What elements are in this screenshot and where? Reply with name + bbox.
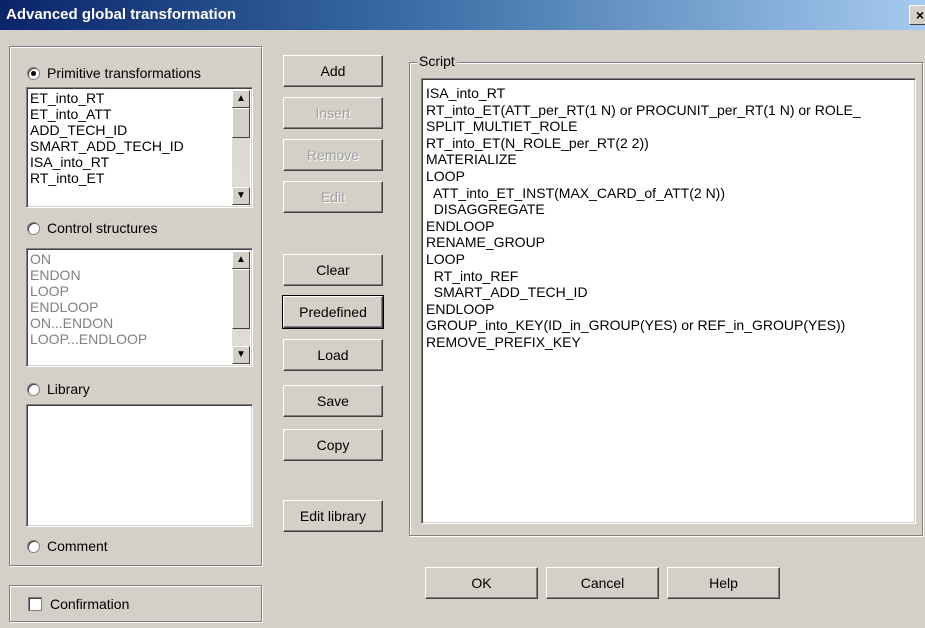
- control-list-scrollbar[interactable]: ▲ ▼: [232, 251, 250, 364]
- scroll-down-icon: ▼: [236, 190, 246, 201]
- radio-control-label: Control structures: [47, 220, 158, 236]
- script-editor[interactable]: ISA_into_RT RT_into_ET(ATT_per_RT(1 N) or…: [421, 78, 916, 524]
- list-item[interactable]: ET_into_ATT: [30, 106, 230, 122]
- list-item[interactable]: RT_into_ET: [30, 170, 230, 186]
- clear-button[interactable]: Clear: [283, 254, 383, 286]
- radio-checked-icon: [27, 66, 40, 80]
- confirmation-label: Confirmation: [50, 596, 130, 612]
- script-line[interactable]: ISA_into_RT: [426, 85, 915, 102]
- cancel-button-label: Cancel: [580, 575, 625, 591]
- script-line[interactable]: REMOVE_PREFIX_KEY: [426, 334, 915, 351]
- scroll-up-button[interactable]: ▲: [232, 251, 250, 269]
- scroll-up-button[interactable]: ▲: [232, 90, 250, 108]
- script-line[interactable]: LOOP: [426, 168, 915, 185]
- script-line[interactable]: SMART_ADD_TECH_ID: [426, 284, 915, 301]
- scroll-up-icon: ▲: [236, 254, 246, 265]
- ok-button-label: OK: [471, 575, 492, 591]
- load-button[interactable]: Load: [283, 339, 383, 371]
- list-item[interactable]: ADD_TECH_ID: [30, 122, 230, 138]
- title-bar: Advanced global transformation ×: [0, 0, 925, 30]
- list-item[interactable]: LOOP...ENDLOOP: [30, 331, 230, 347]
- confirmation-checkbox[interactable]: Confirmation: [28, 594, 129, 614]
- load-button-label: Load: [317, 347, 349, 363]
- script-line[interactable]: ATT_into_ET_INST(MAX_CARD_of_ATT(2 N)): [426, 185, 915, 202]
- radio-comment-label: Comment: [47, 538, 108, 554]
- radio-primitive-transformations[interactable]: Primitive transformations: [27, 63, 201, 83]
- script-line[interactable]: LOOP: [426, 251, 915, 268]
- cancel-button[interactable]: Cancel: [546, 567, 659, 599]
- radio-library-label: Library: [47, 381, 90, 397]
- list-item[interactable]: ON...ENDON: [30, 315, 230, 331]
- close-button[interactable]: ×: [909, 5, 925, 25]
- list-item[interactable]: SMART_ADD_TECH_ID: [30, 138, 230, 154]
- add-button-label: Add: [320, 63, 346, 79]
- scroll-down-button[interactable]: ▼: [232, 346, 250, 364]
- clear-button-label: Clear: [316, 262, 350, 278]
- script-line[interactable]: SPLIT_MULTIET_ROLE: [426, 118, 915, 135]
- edit-button-label: Edit: [320, 189, 346, 205]
- edit-library-button-label: Edit library: [299, 508, 367, 524]
- scrollbar-thumb[interactable]: [232, 269, 250, 329]
- help-button-label: Help: [709, 575, 738, 591]
- remove-button[interactable]: Remove: [283, 139, 383, 171]
- edit-library-button[interactable]: Edit library: [283, 500, 383, 532]
- help-button[interactable]: Help: [667, 567, 780, 599]
- checkbox-icon: [28, 597, 42, 611]
- control-structures-list[interactable]: ON ENDON LOOP ENDLOOP ON...ENDON LOOP...ENDLO…: [26, 248, 253, 367]
- script-line[interactable]: DISAGGREGATE: [426, 201, 915, 218]
- radio-library[interactable]: Library: [27, 379, 90, 399]
- window-title: Advanced global transformation: [6, 6, 237, 23]
- radio-primitive-label: Primitive transformations: [47, 65, 202, 81]
- scrollbar-thumb[interactable]: [232, 108, 250, 138]
- save-button[interactable]: Save: [283, 385, 383, 417]
- script-line[interactable]: RENAME_GROUP: [426, 234, 915, 251]
- insert-button[interactable]: Insert: [283, 97, 383, 129]
- radio-unchecked-icon: [27, 539, 40, 553]
- radio-unchecked-icon: [27, 221, 40, 235]
- radio-unchecked-icon: [27, 382, 40, 396]
- script-line[interactable]: RT_into_ET(N_ROLE_per_RT(2 2)): [426, 135, 915, 152]
- list-item[interactable]: ENDLOOP: [30, 299, 230, 315]
- list-item[interactable]: LOOP: [30, 283, 230, 299]
- copy-button-label: Copy: [316, 437, 350, 453]
- save-button-label: Save: [317, 393, 349, 409]
- scroll-down-icon: ▼: [236, 349, 246, 360]
- script-line[interactable]: MATERIALIZE: [426, 151, 915, 168]
- radio-control-structures[interactable]: Control structures: [27, 218, 157, 238]
- library-list[interactable]: [26, 404, 253, 527]
- predefined-button[interactable]: Predefined: [282, 295, 384, 329]
- copy-button[interactable]: Copy: [283, 429, 383, 461]
- insert-button-label: Insert: [315, 105, 351, 121]
- scroll-down-button[interactable]: ▼: [232, 187, 250, 205]
- scroll-up-icon: ▲: [236, 93, 246, 104]
- script-line[interactable]: RT_into_ET(ATT_per_RT(1 N) or PROCUNIT_p…: [426, 102, 915, 119]
- list-item[interactable]: ENDON: [30, 267, 230, 283]
- list-item[interactable]: ON: [30, 251, 230, 267]
- predefined-button-label: Predefined: [299, 304, 367, 320]
- list-item[interactable]: ET_into_RT: [30, 90, 230, 106]
- ok-button[interactable]: OK: [425, 567, 538, 599]
- list-item[interactable]: ISA_into_RT: [30, 154, 230, 170]
- primitive-transformations-list[interactable]: ET_into_RT ET_into_ATT ADD_TECH_ID SMART_AD…: [26, 87, 253, 208]
- add-button[interactable]: Add: [283, 55, 383, 87]
- close-icon: ×: [915, 7, 925, 23]
- script-group-label: Script: [417, 53, 457, 69]
- primitive-list-scrollbar[interactable]: ▲ ▼: [232, 90, 250, 205]
- edit-button[interactable]: Edit: [283, 181, 383, 213]
- radio-comment[interactable]: Comment: [27, 536, 108, 556]
- script-line[interactable]: ENDLOOP: [426, 301, 915, 318]
- script-line[interactable]: ENDLOOP: [426, 218, 915, 235]
- remove-button-label: Remove: [306, 147, 360, 163]
- script-line[interactable]: RT_into_REF: [426, 268, 915, 285]
- script-line[interactable]: GROUP_into_KEY(ID_in_GROUP(YES) or REF_i…: [426, 317, 915, 334]
